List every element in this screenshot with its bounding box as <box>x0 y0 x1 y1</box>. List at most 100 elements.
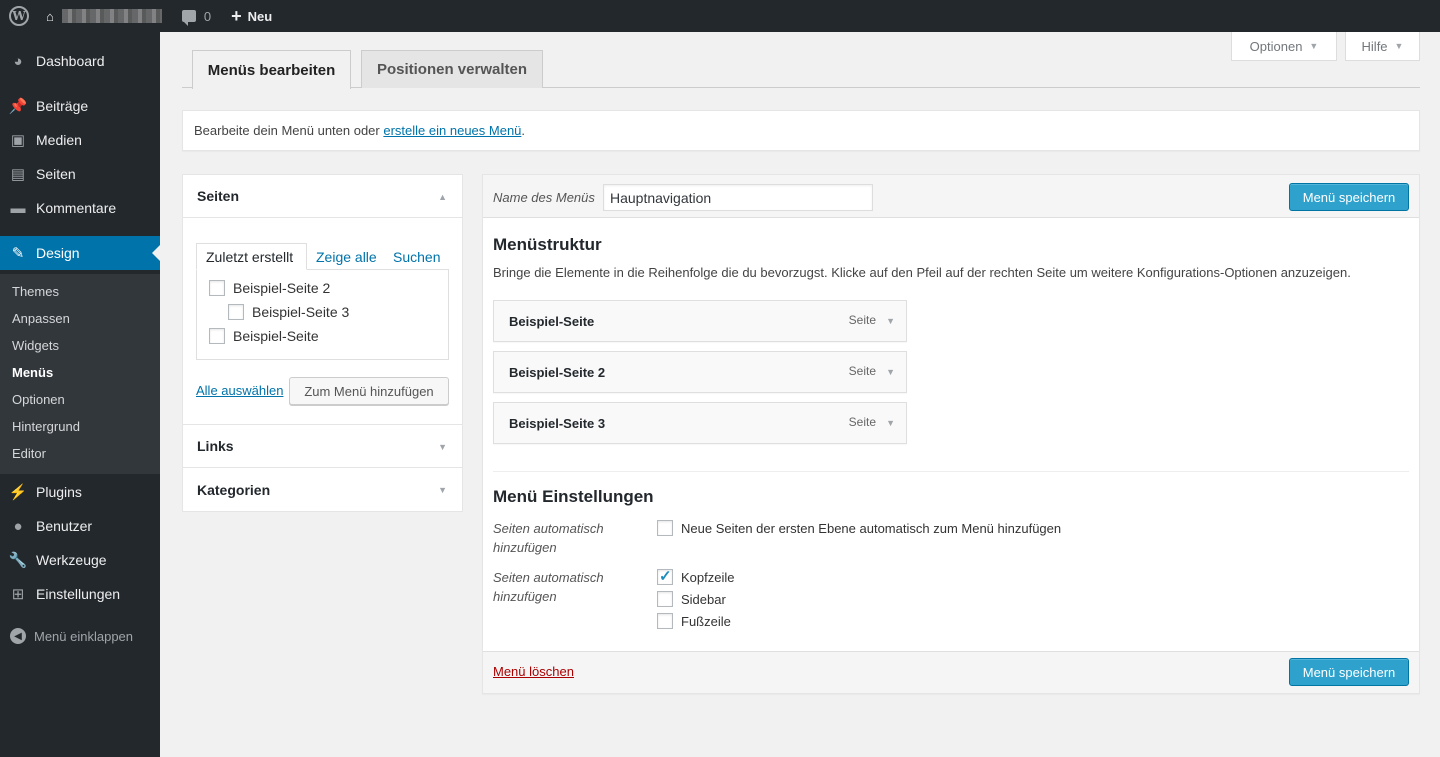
page-checklist-item[interactable]: Beispiel-Seite <box>209 328 319 344</box>
location-label: Fußzeile <box>681 613 731 629</box>
location-checkbox-checked[interactable] <box>657 567 673 585</box>
subtab-most-recent[interactable]: Zuletzt erstellt <box>196 243 307 270</box>
save-menu-button[interactable]: Menü speichern <box>1289 183 1409 211</box>
menu-item-title: Beispiel-Seite 2 <box>509 365 606 380</box>
location-option-sidebar[interactable]: Sidebar <box>657 591 726 607</box>
pages-subtabs: Zuletzt erstellt Zeige alle Suchen <box>196 243 449 270</box>
sidebar-item-label: Beiträge <box>36 98 89 114</box>
submenu-editor[interactable]: Editor <box>12 446 46 461</box>
expand-down-icon: ▼ <box>438 485 447 495</box>
plus-icon[interactable]: + <box>231 7 242 25</box>
sidebar-item-media[interactable]: ▣ Medien <box>0 123 160 157</box>
pages-checklist-panel: Beispiel-Seite 2 Beispiel-Seite 3 Beispi… <box>196 269 449 360</box>
page-checklist-label: Beispiel-Seite <box>233 328 319 344</box>
help-label: Hilfe <box>1361 38 1388 54</box>
locations-label-line: hinzufügen <box>493 589 557 604</box>
save-menu-button-footer[interactable]: Menü speichern <box>1289 658 1409 686</box>
sidebar-item-dashboard[interactable]: ◕ Dashboard <box>0 44 160 78</box>
accordion-pages-title: Seiten <box>197 188 240 204</box>
create-new-menu-link[interactable]: erstelle ein neues Menü <box>383 123 521 138</box>
location-label: Sidebar <box>681 591 726 607</box>
collapse-arrow-icon: ◀ <box>10 628 26 644</box>
sidebar-item-pages[interactable]: ▤ Seiten <box>0 157 160 191</box>
submenu-customize[interactable]: Anpassen <box>12 311 70 326</box>
sidebar-item-label: Design <box>36 245 80 261</box>
menu-item-bar[interactable]: Beispiel-Seite Seite ▼ <box>493 300 907 342</box>
subtab-search[interactable]: Suchen <box>393 243 440 270</box>
sidebar-item-design[interactable]: ✎ Design <box>0 236 160 270</box>
collapse-menu-button[interactable]: ◀ Menü einklappen <box>10 628 133 644</box>
locations-label: Seiten automatisch hinzufügen <box>493 568 604 606</box>
accordion-categories-title: Kategorien <box>197 481 271 498</box>
menu-item-type: Seite <box>848 313 876 327</box>
page-checklist-item[interactable]: Beispiel-Seite 2 <box>209 280 330 296</box>
new-content-link[interactable]: Neu <box>248 0 273 32</box>
accordion-links-header[interactable]: Links ▼ <box>183 425 462 468</box>
menu-item-type: Seite <box>848 364 876 378</box>
menu-item-title: Beispiel-Seite <box>509 314 595 329</box>
menu-structure-title: Menüstruktur <box>493 235 602 254</box>
accordion-categories-header[interactable]: Kategorien ▼ <box>183 468 462 511</box>
sidebar-item-tools[interactable]: 🔧 Werkzeuge <box>0 543 160 577</box>
accordion-pages-header[interactable]: Seiten ▲ <box>183 175 462 218</box>
settings-icon: ⊞ <box>11 586 25 603</box>
wordpress-logo-icon[interactable]: W <box>9 6 29 26</box>
select-all-link[interactable]: Alle auswählen <box>196 383 283 398</box>
chevron-down-icon: ▼ <box>1309 41 1319 51</box>
location-checkbox[interactable] <box>657 613 673 629</box>
menu-header: Name des Menüs Hauptnavigation Menü spei… <box>483 175 1419 218</box>
menu-settings-title: Menü Einstellungen <box>493 487 654 506</box>
notice-suffix: . <box>521 123 526 138</box>
location-label: Kopfzeile <box>681 569 735 585</box>
expand-down-icon[interactable]: ▼ <box>886 316 895 326</box>
submenu-background[interactable]: Hintergrund <box>12 419 80 434</box>
menu-name-input[interactable]: Hauptnavigation <box>603 184 873 211</box>
delete-menu-link[interactable]: Menü löschen <box>493 664 574 679</box>
wrench-icon: 🔧 <box>8 552 28 569</box>
brush-icon: ✎ <box>11 245 25 262</box>
auto-add-pages-option[interactable]: Neue Seiten der ersten Ebene automatisch… <box>657 520 1061 536</box>
sidebar-item-label: Kommentare <box>36 200 117 216</box>
expand-down-icon[interactable]: ▼ <box>886 418 895 428</box>
sidebar-item-plugins[interactable]: ⚡ Plugins <box>0 475 160 509</box>
expand-down-icon[interactable]: ▼ <box>886 367 895 377</box>
home-icon[interactable]: ⌂ <box>46 0 54 32</box>
subtab-view-all[interactable]: Zeige alle <box>316 243 377 270</box>
page-checkbox[interactable] <box>209 280 225 296</box>
menu-item-bar[interactable]: Beispiel-Seite 3 Seite ▼ <box>493 402 907 444</box>
auto-add-label: Seiten automatisch hinzufügen <box>493 519 604 557</box>
menu-item-bar[interactable]: Beispiel-Seite 2 Seite ▼ <box>493 351 907 393</box>
add-to-menu-button[interactable]: Zum Menü hinzufügen <box>289 377 449 405</box>
site-name-redacted[interactable] <box>61 9 162 23</box>
auto-add-option-label: Neue Seiten der ersten Ebene automatisch… <box>681 520 1062 536</box>
location-checkbox[interactable] <box>657 591 673 607</box>
submenu-options[interactable]: Optionen <box>12 392 65 407</box>
comment-count[interactable]: 0 <box>204 9 211 24</box>
screen-options-button[interactable]: Optionen ▼ <box>1231 32 1337 61</box>
comment-icon[interactable] <box>181 10 196 26</box>
page-checkbox[interactable] <box>209 328 225 344</box>
pushpin-icon: 📌 <box>8 98 28 115</box>
sidebar-item-label: Benutzer <box>36 518 93 534</box>
design-submenu: Themes Anpassen Widgets Menüs Optionen H… <box>0 274 160 474</box>
tab-edit-menus[interactable]: Menüs bearbeiten <box>192 50 351 89</box>
auto-add-checkbox[interactable] <box>657 520 673 536</box>
submenu-themes[interactable]: Themes <box>12 284 59 299</box>
collapse-up-icon: ▲ <box>438 192 447 202</box>
sidebar-item-comments[interactable]: ▬ Kommentare <box>0 191 160 225</box>
menu-footer: Menü löschen Menü speichern <box>483 651 1419 693</box>
location-option-footer[interactable]: Fußzeile <box>657 613 731 629</box>
page-checkbox[interactable] <box>228 304 244 320</box>
menu-edit-panel: Name des Menüs Hauptnavigation Menü spei… <box>482 174 1420 694</box>
screen-options-label: Optionen <box>1249 38 1303 54</box>
location-option-header[interactable]: Kopfzeile <box>657 567 735 585</box>
page-checklist-item[interactable]: Beispiel-Seite 3 <box>228 304 349 320</box>
sidebar-item-users[interactable]: ● Benutzer <box>0 509 160 543</box>
sidebar-item-posts[interactable]: 📌 Beiträge <box>0 89 160 123</box>
submenu-widgets[interactable]: Widgets <box>12 338 59 353</box>
auto-add-label-line: Seiten automatisch <box>493 521 604 536</box>
submenu-menus[interactable]: Menüs <box>12 365 53 380</box>
help-button[interactable]: Hilfe ▼ <box>1345 32 1420 61</box>
tab-manage-locations[interactable]: Positionen verwalten <box>361 50 543 88</box>
sidebar-item-settings[interactable]: ⊞ Einstellungen <box>0 577 160 611</box>
